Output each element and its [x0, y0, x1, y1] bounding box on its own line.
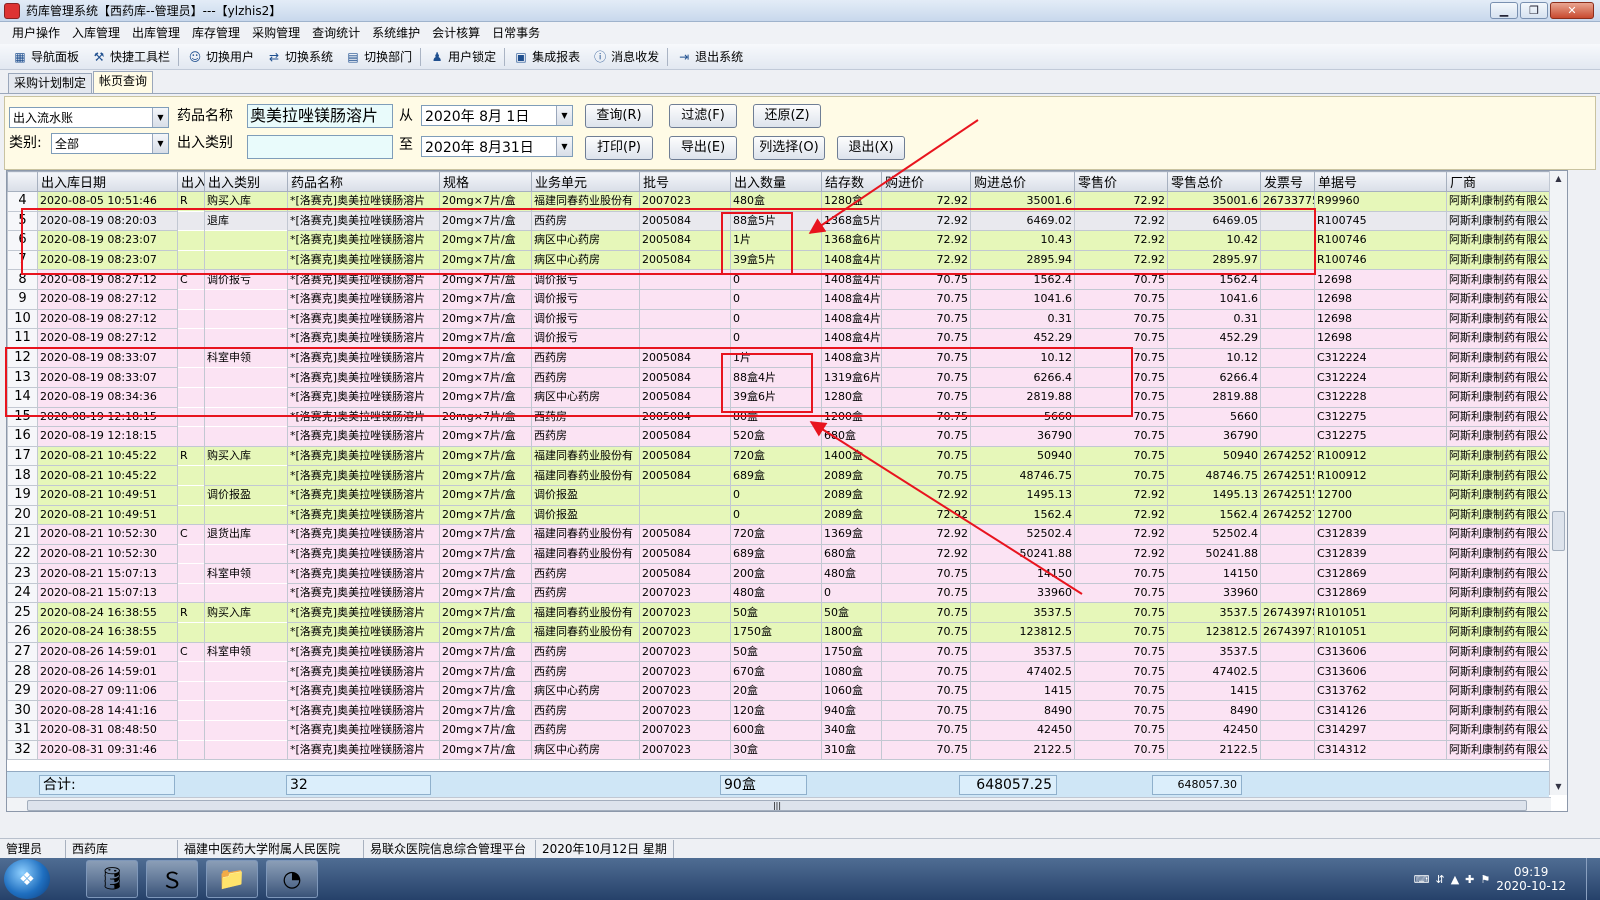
clock[interactable]: 09:19 2020-10-12	[1496, 865, 1566, 893]
highlight-box-return-qty	[721, 212, 793, 275]
annotation-overlay	[5, 119, 1316, 595]
status-date: 2020年10月12日 星期一	[536, 839, 674, 874]
clock-date: 2020-10-12	[1496, 879, 1566, 893]
pharmacy-app-icon[interactable]: ◔	[266, 860, 318, 898]
status-platform: 易联众医院信息综合管理平台	[364, 839, 536, 858]
show-desktop-button[interactable]	[1586, 858, 1600, 900]
annotation-arrow-1	[808, 119, 979, 234]
app-window: 药库管理系统【西药库--管理员】---【ylzhis2】 ▁ ❐ ✕ 用户操作 …	[0, 0, 1600, 900]
status-hospital: 福建中医药大学附属人民医院	[178, 839, 364, 858]
network-icon[interactable]: ⇵	[1435, 873, 1444, 886]
tray-expand-icon[interactable]: ▲	[1451, 873, 1459, 886]
clock-time: 09:19	[1513, 865, 1549, 879]
annotation-arrow-2	[809, 421, 1083, 595]
keyboard-icon[interactable]: ⌨	[1414, 873, 1430, 886]
highlight-box-return	[21, 208, 1316, 275]
sogou-app-icon[interactable]: Ｓ	[146, 860, 198, 898]
highlight-box-requisition-qty	[721, 353, 813, 413]
taskbar: ❖ 🛢 Ｓ 📁 ◔ ⌨ ⇵ ▲ ✚ ⚑ 09:19 2020-10-12	[0, 858, 1600, 900]
status-bar: 管理员 西药库 福建中医药大学附属人民医院 易联众医院信息综合管理平台 2020…	[0, 838, 1600, 874]
system-tray: ⌨ ⇵ ▲ ✚ ⚑ 09:19 2020-10-12	[1414, 858, 1600, 900]
start-button[interactable]: ❖	[4, 859, 50, 899]
database-app-icon[interactable]: 🛢	[86, 860, 138, 898]
highlight-box-dept-requisition	[5, 347, 1133, 417]
flag-icon[interactable]: ⚑	[1480, 873, 1490, 886]
folder-app-icon[interactable]: 📁	[206, 860, 258, 898]
volume-icon[interactable]: ✚	[1465, 873, 1474, 886]
status-user: 管理员	[0, 839, 66, 858]
status-warehouse: 西药库	[66, 839, 178, 858]
